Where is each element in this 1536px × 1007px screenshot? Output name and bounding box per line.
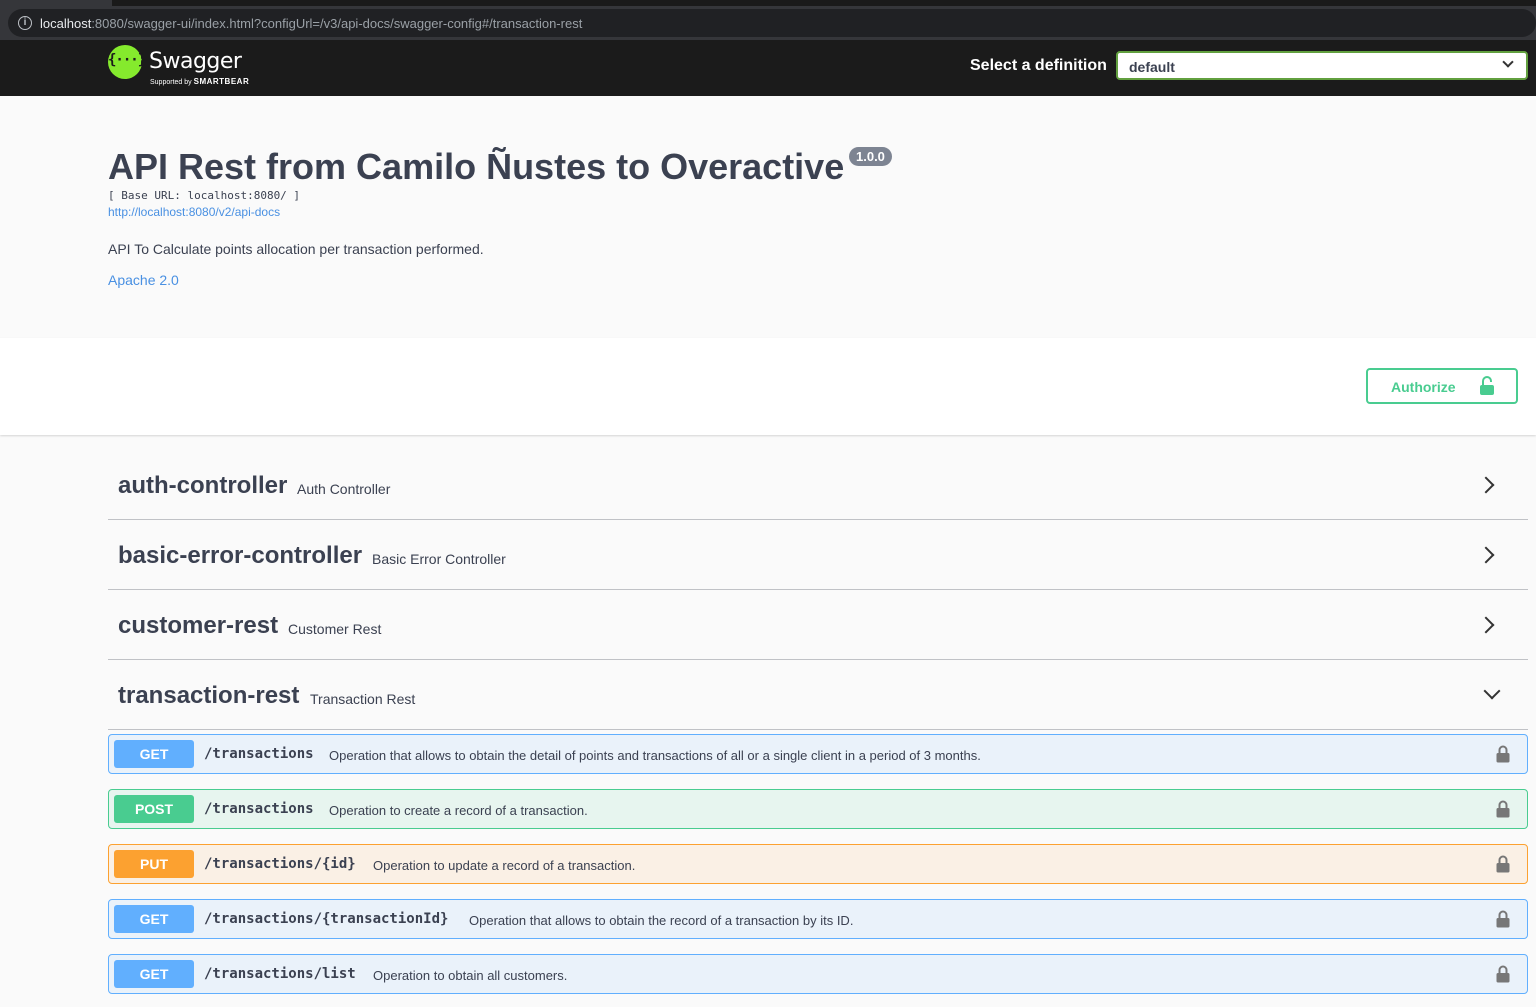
lock-icon[interactable]	[1496, 965, 1510, 983]
chevron-right-icon[interactable]	[1477, 616, 1495, 634]
scheme-container: Authorize	[0, 338, 1536, 435]
operation-put-transaction[interactable]: PUT /transactions/{id} Operation to upda…	[108, 844, 1528, 884]
method-badge: POST	[114, 795, 194, 823]
url-path: :8080/swagger-ui/index.html?configUrl=/v…	[91, 16, 583, 31]
operation-summary: Operation that allows to obtain the deta…	[329, 748, 981, 763]
operation-path: /transactions	[204, 801, 314, 817]
chevron-down-icon[interactable]	[1483, 682, 1501, 700]
operation-get-transaction-by-id[interactable]: GET /transactions/{transactionId} Operat…	[108, 899, 1528, 939]
tag-description: Basic Error Controller	[372, 551, 506, 567]
tag-description: Transaction Rest	[310, 691, 416, 707]
operation-path: /transactions	[204, 746, 314, 762]
method-badge: PUT	[114, 850, 194, 878]
base-url: [ Base URL: localhost:8080/ ]	[108, 189, 301, 202]
operation-path: /transactions/{transactionId}	[204, 911, 449, 927]
lock-icon[interactable]	[1496, 910, 1510, 928]
operation-summary: Operation to create a record of a transa…	[329, 803, 588, 818]
tag-name: basic-error-controller	[118, 542, 363, 569]
chevron-right-icon[interactable]	[1477, 546, 1495, 564]
unlock-icon	[1480, 376, 1494, 395]
chevron-right-icon[interactable]	[1477, 476, 1495, 494]
tag-name: transaction-rest	[118, 682, 300, 709]
tab-strip-background	[112, 0, 1536, 6]
tag-basic-error-controller[interactable]: basic-error-controller Basic Error Contr…	[108, 520, 1528, 590]
method-badge: GET	[114, 905, 194, 933]
tag-description: Customer Rest	[288, 621, 382, 637]
definition-select-value: default	[1129, 59, 1175, 75]
version-badge: 1.0.0	[849, 147, 892, 166]
operation-path: /transactions/list	[204, 966, 356, 982]
lock-icon[interactable]	[1496, 855, 1510, 873]
tag-name: auth-controller	[118, 472, 288, 499]
authorize-label: Authorize	[1391, 379, 1456, 395]
api-description: API To Calculate points allocation per t…	[108, 241, 484, 257]
tag-name: customer-rest	[118, 612, 279, 639]
definition-select-label: Select a definition	[970, 57, 1107, 74]
api-info-section: API Rest from Camilo Ñustes to Overactiv…	[0, 96, 1536, 338]
logo-braces-glyph: {···}	[108, 52, 146, 68]
lock-icon[interactable]	[1496, 745, 1510, 763]
logo-text[interactable]: Swagger	[149, 49, 242, 74]
operation-get-transactions[interactable]: GET /transactions Operation that allows …	[108, 734, 1528, 774]
site-info-icon[interactable]: i	[18, 16, 32, 30]
tag-auth-controller[interactable]: auth-controller Auth Controller	[108, 450, 1528, 520]
logo-sub-brand: SMARTBEAR	[193, 77, 250, 86]
operation-summary: Operation to update a record of a transa…	[373, 858, 636, 873]
method-badge: GET	[114, 740, 194, 768]
url-host: localhost	[40, 16, 92, 31]
logo-subtitle: Supported by SMARTBEAR	[150, 77, 249, 86]
operation-get-transactions-list[interactable]: GET /transactions/list Operation to obta…	[108, 954, 1528, 994]
chevron-down-icon	[1502, 56, 1514, 68]
swagger-logo-icon[interactable]: {···}	[108, 45, 146, 79]
logo-sub-prefix: Supported by	[150, 79, 192, 86]
definition-select[interactable]: default	[1116, 51, 1528, 80]
operation-post-transactions[interactable]: POST /transactions Operation to create a…	[108, 789, 1528, 829]
api-docs-link[interactable]: http://localhost:8080/v2/api-docs	[108, 205, 280, 219]
operation-summary: Operation to obtain all customers.	[373, 968, 568, 983]
operation-path: /transactions/{id}	[204, 856, 356, 872]
tag-transaction-rest[interactable]: transaction-rest Transaction Rest	[108, 660, 1528, 730]
lock-icon[interactable]	[1496, 800, 1510, 818]
api-title: API Rest from Camilo Ñustes to Overactiv…	[108, 146, 845, 187]
active-tab-edge	[0, 0, 112, 6]
license-link[interactable]: Apache 2.0	[108, 272, 179, 288]
browser-address-bar: i localhost:8080/swagger-ui/index.html?c…	[0, 0, 1536, 40]
method-badge: GET	[114, 960, 194, 988]
authorize-button[interactable]: Authorize	[1366, 368, 1518, 404]
url-text[interactable]: localhost:8080/swagger-ui/index.html?con…	[40, 16, 582, 31]
tag-description: Auth Controller	[297, 481, 391, 497]
swagger-topbar: {···} Swagger Supported by SMARTBEAR Sel…	[0, 40, 1536, 96]
operation-summary: Operation that allows to obtain the reco…	[469, 913, 854, 928]
tag-customer-rest[interactable]: customer-rest Customer Rest	[108, 590, 1528, 660]
